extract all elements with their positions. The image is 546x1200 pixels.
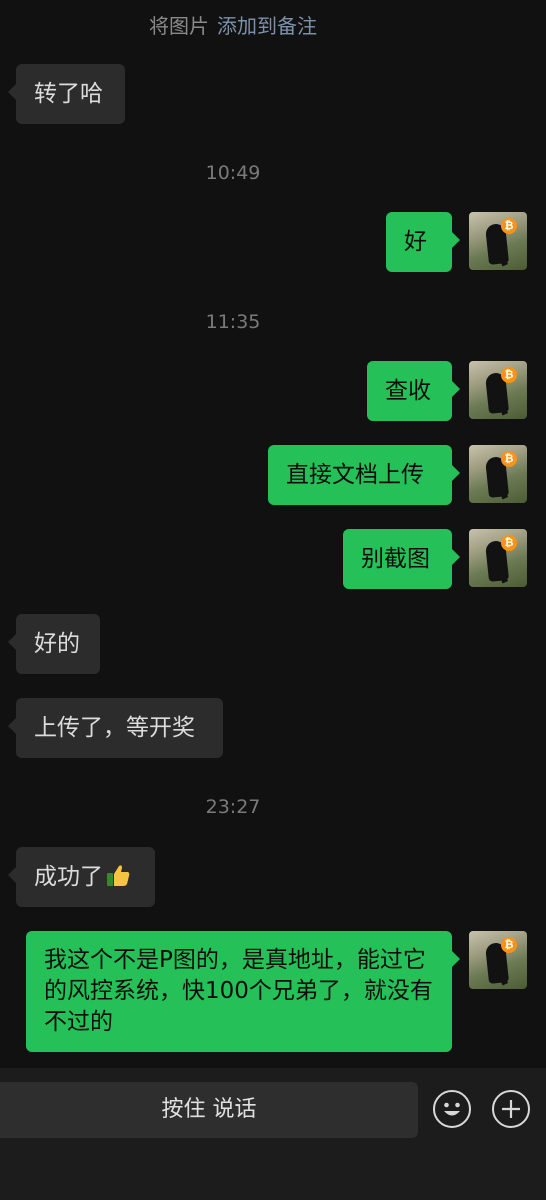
message-text: 直接文档上传 <box>286 462 424 488</box>
received-message[interactable]: 转了哈 <box>8 64 125 124</box>
plus-icon[interactable] <box>492 1090 530 1128</box>
bitcoin-icon: ₿ <box>501 535 517 551</box>
emoji-icon[interactable] <box>433 1090 471 1128</box>
received-message[interactable]: 上传了，等开奖 <box>8 698 223 758</box>
notice-text: 将图片 <box>149 14 209 38</box>
timestamp: 11:35 <box>205 311 261 333</box>
sent-message[interactable]: 别截图 <box>343 529 460 589</box>
plus-glyph <box>502 1100 520 1118</box>
message-text: 好 <box>404 229 427 255</box>
message-text: 上传了，等开奖 <box>34 715 195 741</box>
sent-message[interactable]: 我这个不是P图的，是真地址，能过它的风控系统，快100个兄弟了，就没有不过的 <box>26 931 460 1052</box>
avatar[interactable]: ₿ <box>469 212 527 270</box>
message-text: 成功了 <box>34 864 103 890</box>
received-message[interactable]: 好的 <box>8 614 100 674</box>
sent-message[interactable]: 查收 <box>367 361 460 421</box>
avatar[interactable]: ₿ <box>469 529 527 587</box>
bitcoin-icon: ₿ <box>501 218 517 234</box>
message-text: 好的 <box>34 631 80 657</box>
hold-to-talk-button[interactable]: 按住 说话 <box>0 1082 418 1138</box>
avatar[interactable]: ₿ <box>469 931 527 989</box>
add-to-remark-link[interactable]: 添加到备注 <box>217 14 317 38</box>
avatar[interactable]: ₿ <box>469 361 527 419</box>
thumbs-up-icon <box>107 865 130 886</box>
emoji-face-glyph <box>444 1102 460 1116</box>
notice-bar: 将图片 添加到备注 <box>0 10 466 39</box>
sent-message[interactable]: 好 <box>386 212 460 272</box>
received-message[interactable]: 成功了 <box>8 847 155 907</box>
timestamp: 10:49 <box>205 162 261 184</box>
bitcoin-icon: ₿ <box>501 451 517 467</box>
message-text: 查收 <box>385 378 431 404</box>
sent-message[interactable]: 直接文档上传 <box>268 445 460 505</box>
message-text: 别截图 <box>361 546 430 572</box>
bitcoin-icon: ₿ <box>501 367 517 383</box>
message-text: 我这个不是P图的，是真地址，能过它的风控系统，快100个兄弟了，就没有不过的 <box>44 947 433 1035</box>
avatar[interactable]: ₿ <box>469 445 527 503</box>
message-text: 转了哈 <box>34 81 103 107</box>
timestamp: 23:27 <box>205 796 261 818</box>
bitcoin-icon: ₿ <box>501 937 517 953</box>
